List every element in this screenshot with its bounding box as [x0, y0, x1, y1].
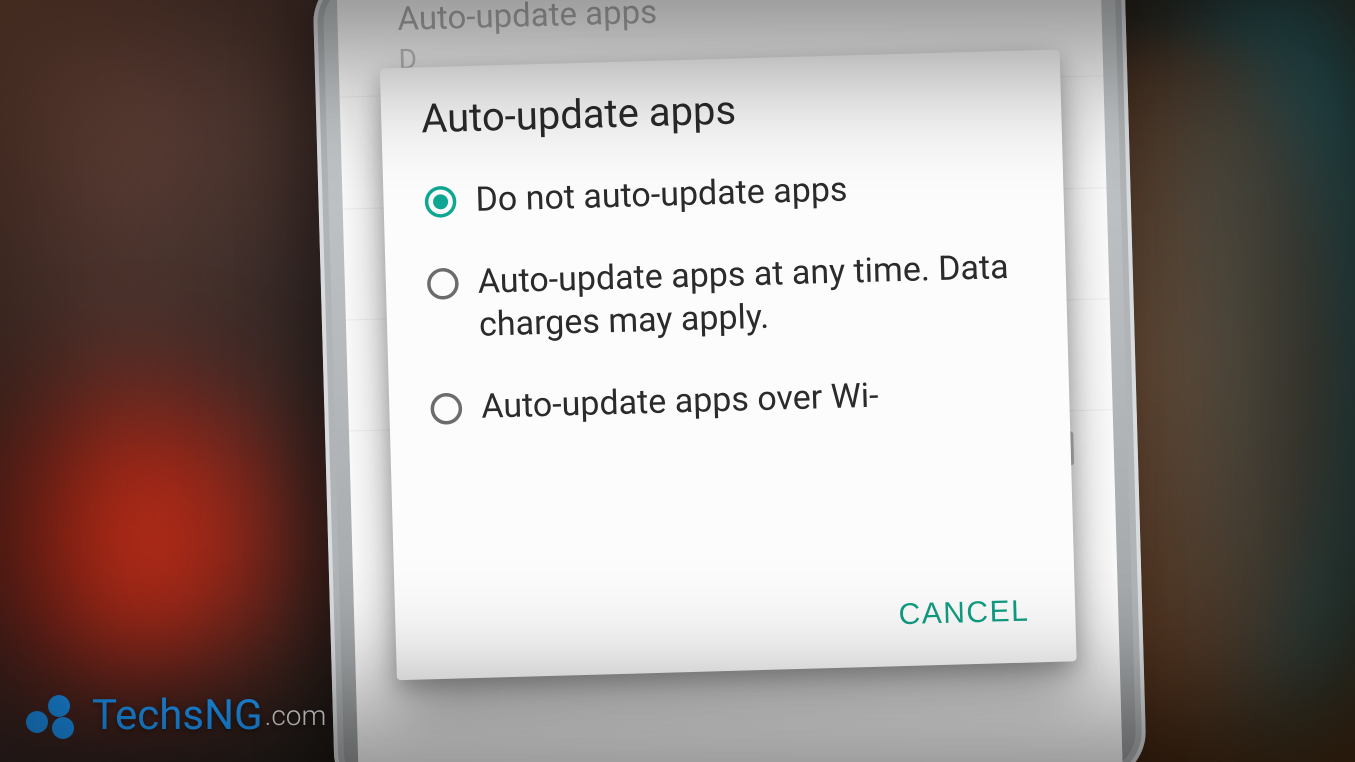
dialog-actions: CANCEL [394, 569, 1076, 680]
cancel-button[interactable]: CANCEL [882, 584, 1046, 643]
dialog-options-list[interactable]: Do not auto-update apps Auto-update apps… [383, 146, 1075, 588]
option-auto-update-anytime[interactable]: Auto-update apps at any time. Data charg… [399, 229, 1038, 372]
option-label: Auto-update apps over Wi- [481, 374, 879, 429]
logo-dots-icon [26, 695, 80, 737]
option-auto-update-wifi[interactable]: Auto-update apps over Wi- [402, 354, 1040, 453]
watermark-brand: TechsNG [92, 691, 263, 740]
phone-screen: Auto-update apps D A F C R d U P O [337, 0, 1123, 762]
dialog-title: Auto-update apps [380, 49, 1062, 165]
radio-unselected-icon[interactable] [411, 385, 482, 427]
radio-unselected-icon[interactable] [407, 260, 478, 302]
radio-selected-icon[interactable] [405, 179, 476, 221]
phone-frame: Auto-update apps D A F C R d U P O [312, 0, 1147, 762]
option-label: Do not auto-update apps [475, 168, 848, 222]
watermark-logo: TechsNG .com [26, 691, 326, 740]
option-label: Auto-update apps at any time. Data charg… [477, 245, 1029, 347]
auto-update-dialog: Auto-update apps Do not auto-update apps [380, 49, 1077, 680]
watermark-tld: .com [265, 699, 327, 732]
